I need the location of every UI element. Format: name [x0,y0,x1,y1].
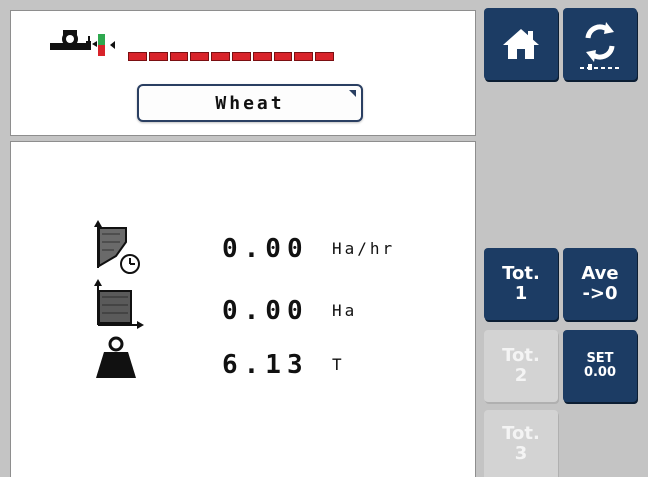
product-select-label: Wheat [215,92,285,114]
section-status-bar [128,52,334,61]
section-segment [252,52,272,61]
section-segment [231,52,251,61]
set-label: SET [586,351,614,366]
dropdown-corner-icon [349,90,356,97]
section-segment [190,52,210,61]
section-segment [128,52,147,61]
home-button[interactable] [484,8,558,80]
set-value: 0.00 [583,365,617,380]
weight-unit: T [332,355,345,374]
area-icon [94,279,144,329]
total-1-label: Tot. [502,263,540,284]
set-zero-button[interactable]: SET 0.00 [563,330,637,402]
total-1-button[interactable]: Tot. 1 [484,248,558,320]
flow-indicator-icon [98,34,115,56]
average-reset-button[interactable]: Ave ->0 [563,248,637,320]
refresh-icon [580,22,620,70]
section-segment [273,52,293,61]
area-value: 0.00 [222,296,309,326]
total-3-label: Tot. [502,422,540,444]
weight-value: 6.13 [222,350,309,380]
work-rate-icon [94,220,140,274]
total-1-number: 1 [514,283,528,304]
total-2-number: 2 [514,365,528,386]
total-3-number: 3 [514,442,528,464]
area-unit: Ha [332,301,358,320]
section-segment [315,52,334,61]
total-2-label: Tot. [502,345,540,366]
section-segment [148,52,168,61]
average-reset-label: ->0 [582,283,618,304]
work-rate-unit: Ha/hr [332,239,396,258]
home-icon [503,29,539,59]
average-label: Ave [581,263,619,284]
work-rate-value: 0.00 [222,234,309,264]
total-2-button[interactable]: Tot. 2 [484,330,558,402]
section-segment [169,52,189,61]
refresh-button[interactable] [563,8,637,80]
planter-machine-icon [50,30,97,50]
weight-icon [96,336,136,378]
section-segment [211,52,230,61]
section-segment [294,52,314,61]
total-3-button[interactable]: Tot. 3 [484,410,558,477]
product-select[interactable]: Wheat [137,84,363,122]
